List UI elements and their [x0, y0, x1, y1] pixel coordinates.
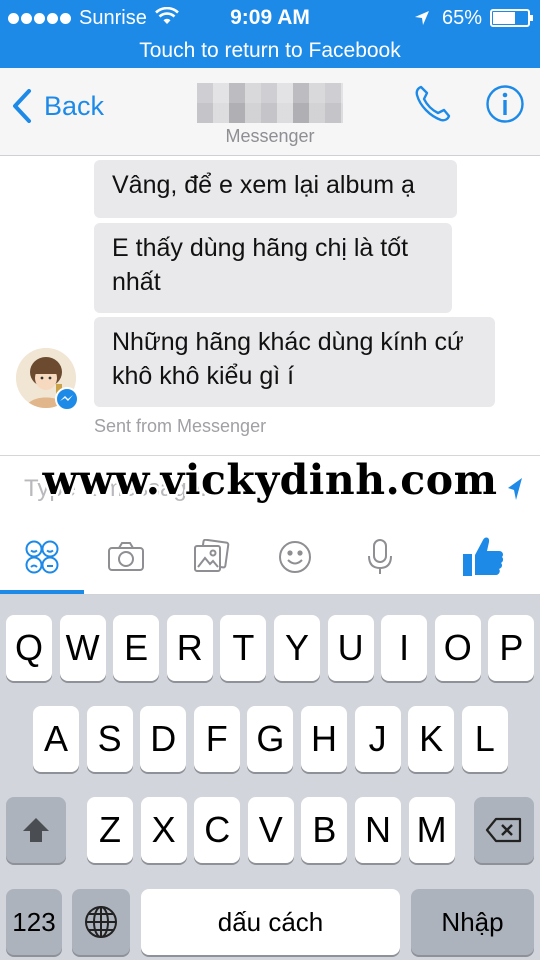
key-x[interactable]: X: [140, 797, 187, 863]
key-r[interactable]: R: [166, 615, 213, 681]
key-y[interactable]: Y: [274, 615, 320, 681]
send-icon[interactable]: [506, 476, 524, 507]
top-bar: Sunrise 9:09 AM 65% Touch to return to F…: [0, 0, 540, 68]
stickers-icon: [25, 540, 59, 574]
gallery-button[interactable]: [191, 537, 231, 577]
gallery-icon: [194, 539, 230, 572]
watermark: www.vickydinh.com: [42, 456, 498, 504]
key-d[interactable]: D: [140, 706, 187, 772]
key-c[interactable]: C: [194, 797, 241, 863]
camera-icon: [108, 542, 144, 571]
globe-icon: [85, 906, 117, 938]
message-bubble[interactable]: Vâng, để e xem lại album ạ: [94, 160, 457, 218]
message-bubble[interactable]: Những hãng khác dùng kính cứ khô khô kiể…: [94, 317, 495, 407]
status-bar: Sunrise 9:09 AM 65%: [0, 0, 540, 36]
keyboard: QWERTYUIOP ASDFGHJKL ZXCVBNM 123 dấu các…: [0, 595, 540, 960]
key-v[interactable]: V: [247, 797, 294, 863]
delete-icon: [485, 817, 522, 843]
back-label: Back: [44, 90, 105, 121]
return-key[interactable]: Nhập: [411, 889, 534, 955]
key-j[interactable]: J: [354, 706, 401, 772]
status-right: 65%: [414, 6, 533, 30]
location-arrow-icon: [414, 10, 430, 26]
back-chevron-icon: [13, 89, 31, 123]
globe-key[interactable]: [72, 889, 130, 955]
key-n[interactable]: N: [355, 797, 401, 863]
numbers-key[interactable]: 123: [6, 889, 62, 955]
message-list: Vâng, để e xem lại album ạ E thấy dùng h…: [0, 157, 540, 455]
key-b[interactable]: B: [301, 797, 348, 863]
space-key[interactable]: dấu cách: [141, 889, 400, 955]
key-q[interactable]: Q: [6, 615, 52, 681]
header-subtitle: Messenger: [225, 126, 315, 146]
key-e[interactable]: E: [113, 615, 160, 681]
key-m[interactable]: M: [408, 797, 455, 863]
like-icon: [463, 537, 504, 576]
stickers-tab[interactable]: [22, 537, 62, 577]
phone-icon: [415, 85, 451, 122]
conversation-header: Back Messenger: [0, 68, 540, 156]
battery-percent: 65%: [441, 6, 482, 29]
battery-icon: [490, 9, 533, 27]
call-button[interactable]: [412, 83, 454, 125]
like-button[interactable]: [460, 533, 506, 579]
key-f[interactable]: F: [193, 706, 240, 772]
key-g[interactable]: G: [247, 706, 294, 772]
composer: www.vickydinh.com: [0, 455, 540, 525]
return-to-facebook-banner[interactable]: Touch to return to Facebook: [0, 36, 540, 66]
info-icon: [486, 85, 524, 123]
key-o[interactable]: O: [434, 615, 481, 681]
key-k[interactable]: K: [408, 706, 455, 772]
contact-name-redacted[interactable]: [197, 83, 343, 123]
delete-key[interactable]: [474, 797, 534, 863]
messenger-screen: Sunrise 9:09 AM 65% Touch to return to F…: [0, 0, 540, 960]
voice-button[interactable]: [360, 537, 400, 577]
shift-key[interactable]: [6, 797, 66, 863]
key-u[interactable]: U: [327, 615, 374, 681]
shift-icon: [23, 818, 49, 842]
composer-toolbar: [0, 525, 540, 595]
key-a[interactable]: A: [33, 706, 79, 772]
camera-button[interactable]: [106, 537, 146, 577]
back-button[interactable]: Back: [12, 86, 104, 126]
emoji-icon: [279, 541, 311, 573]
sent-from-label: Sent from Messenger: [94, 416, 267, 436]
info-button[interactable]: [485, 84, 525, 124]
emoji-button[interactable]: [275, 537, 315, 577]
key-h[interactable]: H: [301, 706, 347, 772]
message-bubble[interactable]: E thấy dùng hãng chị là tốt nhất: [94, 223, 452, 313]
key-w[interactable]: W: [59, 615, 106, 681]
key-t[interactable]: T: [220, 615, 267, 681]
messenger-badge-icon: [55, 387, 79, 411]
microphone-icon: [368, 539, 392, 574]
key-i[interactable]: I: [381, 615, 428, 681]
key-p[interactable]: P: [488, 615, 535, 681]
key-l[interactable]: L: [461, 706, 508, 772]
key-z[interactable]: Z: [87, 797, 133, 863]
selected-tab-indicator: [0, 590, 84, 594]
key-s[interactable]: S: [86, 706, 133, 772]
